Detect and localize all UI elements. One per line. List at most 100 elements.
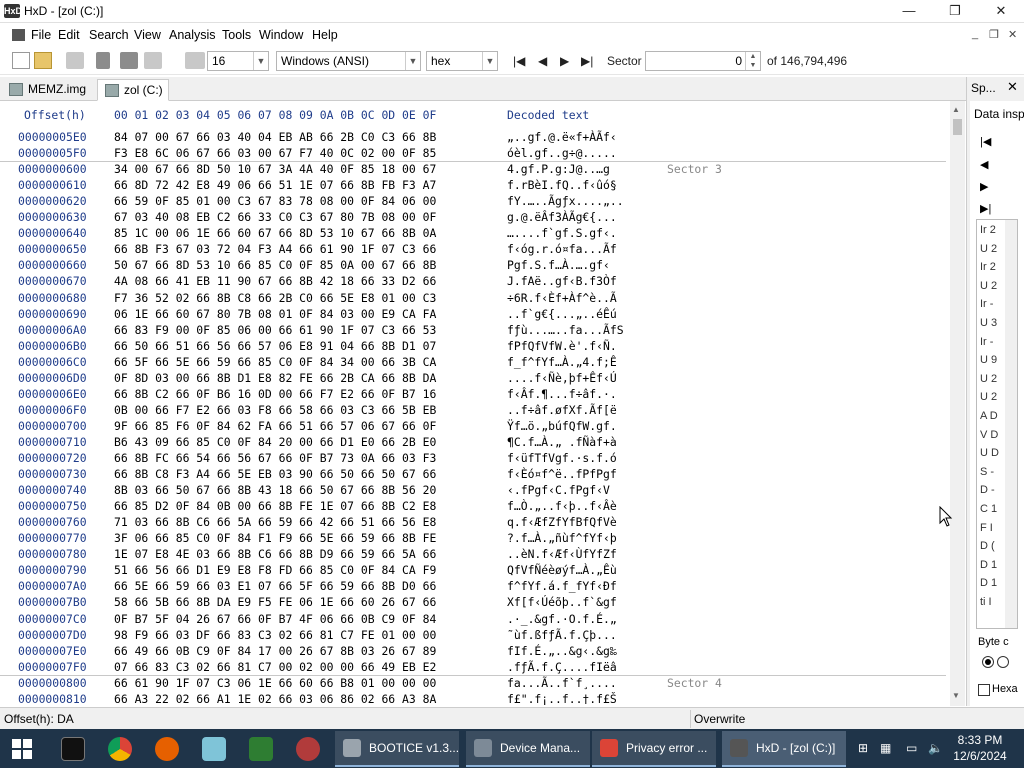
tab-memz-img[interactable]: MEMZ.img bbox=[2, 79, 94, 101]
row-bytes[interactable]: 66 5E 66 59 66 03 E1 07 66 5F 66 59 66 8… bbox=[114, 579, 436, 593]
taskbar-task[interactable]: Privacy error ... bbox=[592, 731, 716, 767]
status-mode[interactable]: Overwrite bbox=[694, 712, 745, 726]
special-edit-tab[interactable]: Sp... bbox=[971, 81, 996, 95]
row-decoded[interactable]: ‹.fPgf‹C.fPgf‹V bbox=[507, 483, 617, 497]
inspector-list[interactable]: Ir 2 U 2 Ir 2 U 2 Ir - U 3 Ir - U 9 U 2 U 2 A D V D… bbox=[976, 219, 1018, 629]
hex-row[interactable]: 0000000670 4A 08 66 41 EB 11 90 67 66 8B … bbox=[0, 274, 950, 290]
hex-row[interactable]: 0000000740 8B 03 66 50 67 66 8B 43 18 66 … bbox=[0, 483, 950, 499]
network-icon[interactable]: ⊞ bbox=[858, 741, 868, 755]
vertical-scrollbar[interactable]: ▲ ▼ bbox=[950, 101, 965, 706]
row-bytes[interactable]: 85 1C 00 06 1E 66 60 67 66 8D 53 10 67 6… bbox=[114, 226, 436, 240]
hex-row[interactable]: 00000007C0 0F B7 5F 04 26 67 66 0F B7 4F … bbox=[0, 612, 950, 628]
row-bytes[interactable]: 0B 00 66 F7 E2 66 03 F8 66 58 66 03 C3 6… bbox=[114, 403, 436, 417]
inspector-item[interactable]: U 2 bbox=[980, 391, 997, 403]
hex-row[interactable]: 0000000610 66 8D 72 42 E8 49 06 66 51 1E … bbox=[0, 178, 950, 194]
spreadsheet-icon[interactable] bbox=[249, 737, 273, 761]
clock[interactable]: 8:33 PM 12/6/2024 bbox=[950, 732, 1010, 764]
next-sector-button[interactable]: ▶ bbox=[560, 54, 569, 68]
row-bytes[interactable]: 84 07 00 67 66 03 40 04 EB AB 66 2B C0 C… bbox=[114, 130, 436, 144]
hex-row[interactable]: 0000000620 66 59 0F 85 01 00 C3 67 83 78 … bbox=[0, 194, 950, 210]
big-endian-radio[interactable] bbox=[997, 656, 1009, 668]
row-decoded[interactable]: fY.…..Ãgƒx....„.. bbox=[507, 194, 624, 208]
inspector-item[interactable]: U D bbox=[980, 447, 999, 459]
hex-row[interactable]: 00000007D0 98 F9 66 03 DF 66 83 C3 02 66 … bbox=[0, 628, 950, 644]
mdi-close-button[interactable]: ✕ bbox=[1008, 28, 1017, 41]
inspector-item[interactable]: A D bbox=[980, 410, 998, 422]
row-bytes[interactable]: 9F 66 85 F6 0F 84 62 FA 66 51 66 57 06 6… bbox=[114, 419, 436, 433]
hex-row[interactable]: 0000000600 34 00 67 66 8D 50 10 67 3A 4A … bbox=[0, 162, 950, 178]
row-bytes[interactable]: 0F 8D 03 00 66 8B D1 E8 82 FE 66 2B CA 6… bbox=[114, 371, 436, 385]
paint-icon[interactable] bbox=[296, 737, 320, 761]
menu-help[interactable]: Help bbox=[312, 28, 338, 42]
hex-row[interactable]: 0000000660 50 67 66 8D 53 10 66 85 C0 0F … bbox=[0, 258, 950, 274]
inspector-item[interactable]: U 2 bbox=[980, 373, 997, 385]
hex-row[interactable]: 00000006B0 66 50 66 51 66 56 66 57 06 E8 … bbox=[0, 339, 950, 355]
menu-view[interactable]: View bbox=[134, 28, 161, 42]
row-bytes[interactable]: F7 36 52 02 66 8B C8 66 2B C0 66 5E E8 0… bbox=[114, 291, 436, 305]
open-ram-icon[interactable] bbox=[144, 52, 162, 69]
row-decoded[interactable]: q.f‹ÆfZfYfBfQfVè bbox=[507, 515, 617, 529]
inspector-item[interactable]: U 2 bbox=[980, 280, 997, 292]
row-decoded[interactable]: „..gf.@.ë«f+ÀÃf‹ bbox=[507, 130, 617, 144]
row-decoded[interactable]: Xf[f‹Úéõþ..f`&gf bbox=[507, 595, 617, 609]
inspector-item[interactable]: F I bbox=[980, 522, 993, 534]
hex-row[interactable]: 0000000680 F7 36 52 02 66 8B C8 66 2B C0 … bbox=[0, 291, 950, 307]
open-disk-icon[interactable] bbox=[120, 52, 138, 69]
scroll-up-icon[interactable]: ▲ bbox=[952, 105, 960, 114]
little-endian-radio[interactable] bbox=[982, 656, 994, 668]
inspector-item[interactable]: Ir - bbox=[980, 336, 993, 348]
row-bytes[interactable]: F3 E8 6C 06 67 66 03 00 67 F7 40 0C 02 0… bbox=[114, 146, 436, 160]
close-button[interactable]: ✕ bbox=[978, 0, 1024, 23]
taskbar-task[interactable]: Device Mana... bbox=[466, 731, 590, 767]
row-decoded[interactable]: f£".f¡..f..†.f£Š bbox=[507, 692, 617, 706]
row-decoded[interactable]: f‹Âf.¶...f÷âf.·. bbox=[507, 387, 617, 401]
row-decoded[interactable]: ÷6R.f‹Èf+Àf^è..Ã bbox=[507, 291, 617, 305]
last-sector-button[interactable]: ▶| bbox=[581, 54, 593, 68]
charset-select[interactable]: Windows (ANSI) ▼ bbox=[276, 51, 421, 71]
inspector-scrollbar[interactable] bbox=[1005, 220, 1017, 628]
row-bytes[interactable]: 66 49 66 0B C9 0F 84 17 00 26 67 8B 03 2… bbox=[114, 644, 436, 658]
row-bytes[interactable]: 58 66 5B 66 8B DA E9 F5 FE 06 1E 66 60 2… bbox=[114, 595, 436, 609]
row-decoded[interactable]: ¶C.f…À.„ .fÑàf+à bbox=[507, 435, 617, 449]
inspector-next-icon[interactable]: ▶ bbox=[980, 180, 988, 193]
row-decoded[interactable]: J.fAë..gf‹B.f3Òf bbox=[507, 274, 617, 288]
row-decoded[interactable]: f_f^fYf…À.„4.f;Ê bbox=[507, 355, 617, 369]
hex-row[interactable]: 0000000650 66 8B F3 67 03 72 04 F3 A4 66 … bbox=[0, 242, 950, 258]
menu-search[interactable]: Search bbox=[89, 28, 129, 42]
new-file-icon[interactable] bbox=[12, 52, 30, 69]
inspector-last-icon[interactable]: ▶| bbox=[980, 202, 991, 215]
inspector-item[interactable]: Ir 2 bbox=[980, 261, 996, 273]
inspector-first-icon[interactable]: |◀ bbox=[980, 135, 991, 148]
row-bytes[interactable]: 66 8B C2 66 0F B6 16 0D 00 66 F7 E2 66 0… bbox=[114, 387, 436, 401]
row-bytes[interactable]: 50 67 66 8D 53 10 66 85 C0 0F 85 0A 00 6… bbox=[114, 258, 436, 272]
row-bytes[interactable]: 66 83 F9 00 0F 85 06 00 66 61 90 1F 07 C… bbox=[114, 323, 436, 337]
inspector-item[interactable]: D ( bbox=[980, 540, 995, 552]
row-bytes[interactable]: 66 5F 66 5E 66 59 66 85 C0 0F 84 34 00 6… bbox=[114, 355, 436, 369]
hex-row[interactable]: 00000007F0 07 66 83 C3 02 66 81 C7 00 02 … bbox=[0, 660, 950, 676]
inspector-item[interactable]: U 9 bbox=[980, 354, 997, 366]
hexadecimal-checkbox[interactable] bbox=[978, 684, 990, 696]
maximize-button[interactable]: ❐ bbox=[932, 0, 978, 23]
inspector-item[interactable]: D - bbox=[980, 484, 995, 496]
hex-row[interactable]: 0000000750 66 85 D2 0F 84 0B 00 66 8B FE … bbox=[0, 499, 950, 515]
row-decoded[interactable]: ..f`g€{...„..éÊú bbox=[507, 307, 617, 321]
scroll-down-icon[interactable]: ▼ bbox=[952, 691, 960, 700]
row-bytes[interactable]: 66 50 66 51 66 56 66 57 06 E8 91 04 66 8… bbox=[114, 339, 436, 353]
mdi-restore-button[interactable]: ❐ bbox=[989, 28, 999, 41]
inspector-item[interactable]: C 1 bbox=[980, 503, 997, 515]
row-bytes[interactable]: 66 8B C8 F3 A4 66 5E EB 03 90 66 50 66 5… bbox=[114, 467, 436, 481]
firefox-icon[interactable] bbox=[155, 737, 179, 761]
save-icon[interactable] bbox=[66, 52, 84, 69]
mdi-minimize-button[interactable]: _ bbox=[972, 28, 978, 40]
bytes-per-row-select[interactable]: 16 ▼ bbox=[207, 51, 269, 71]
row-bytes[interactable]: 3F 06 66 85 C0 0F 84 F1 F9 66 5E 66 59 6… bbox=[114, 531, 436, 545]
row-decoded[interactable]: f.rBèI.fQ..f‹ûó§ bbox=[507, 178, 617, 192]
menu-analysis[interactable]: Analysis bbox=[169, 28, 216, 42]
hex-row[interactable]: 0000000780 1E 07 E8 4E 03 66 8B C6 66 8B … bbox=[0, 547, 950, 563]
hex-row[interactable]: 00000007B0 58 66 5B 66 8B DA E9 F5 FE 06 … bbox=[0, 595, 950, 611]
row-bytes[interactable]: 34 00 67 66 8D 50 10 67 3A 4A 40 0F 85 1… bbox=[114, 162, 436, 176]
hex-row[interactable]: 00000005F0 F3 E8 6C 06 67 66 03 00 67 F7 … bbox=[0, 146, 950, 162]
hex-row[interactable]: 0000000640 85 1C 00 06 1E 66 60 67 66 8D … bbox=[0, 226, 950, 242]
row-decoded[interactable]: f‹Èó¤f^ë..fPfPgf bbox=[507, 467, 617, 481]
row-decoded[interactable]: f‹üfTfVgf.·s.f.ó bbox=[507, 451, 617, 465]
